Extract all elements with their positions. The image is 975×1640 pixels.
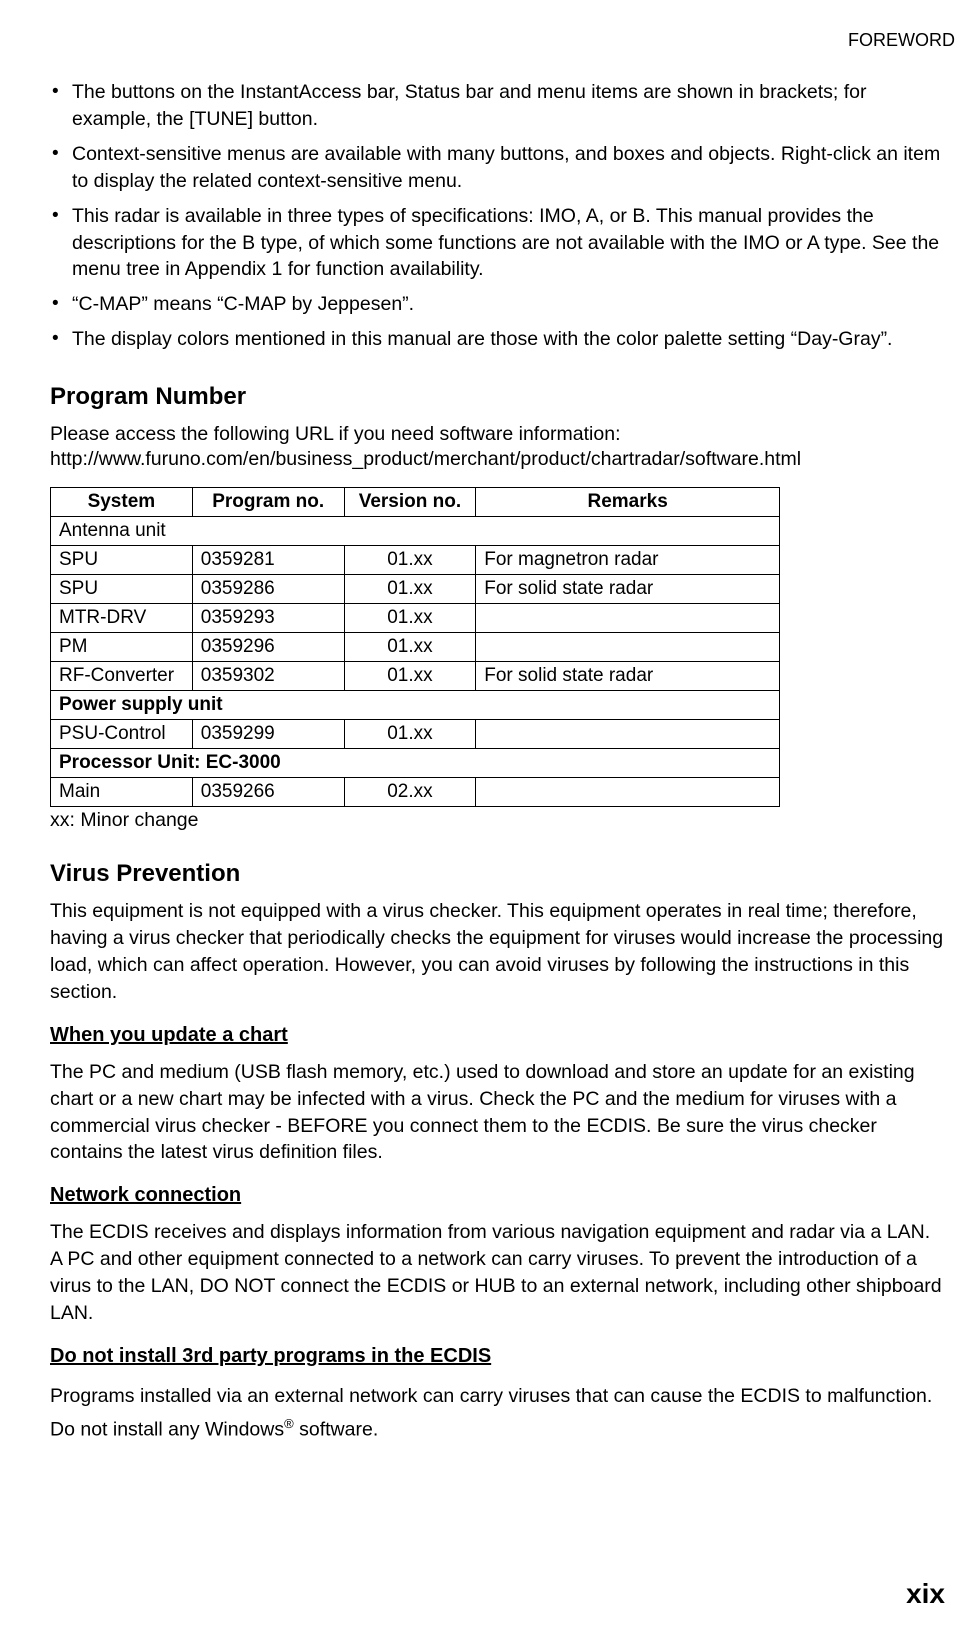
cell-version: 02.xx [344, 778, 476, 807]
cell-version: 01.xx [344, 604, 476, 633]
page-number: xix [906, 1578, 945, 1610]
cell-system: MTR-DRV [51, 604, 193, 633]
table-section-cell: Antenna unit [51, 517, 780, 546]
cell-remarks [476, 633, 780, 662]
cell-system: SPU [51, 546, 193, 575]
cell-remarks: For solid state radar [476, 575, 780, 604]
table-row: Antenna unit [51, 517, 780, 546]
table-note: xx: Minor change [50, 809, 945, 832]
cell-version: 01.xx [344, 720, 476, 749]
virus-sub-body: The ECDIS receives and displays informat… [50, 1219, 945, 1327]
table-header-version: Version no. [344, 488, 476, 517]
cell-version: 01.xx [344, 662, 476, 691]
bullet-list: The buttons on the InstantAccess bar, St… [50, 79, 945, 353]
table-header-program: Program no. [192, 488, 344, 517]
table-header-system: System [51, 488, 193, 517]
cell-remarks [476, 778, 780, 807]
program-number-intro: Please access the following URL if you n… [50, 421, 945, 448]
bullet-item: This radar is available in three types o… [50, 203, 945, 284]
cell-program: 0359281 [192, 546, 344, 575]
cell-program: 0359296 [192, 633, 344, 662]
table-row: MTR-DRV035929301.xx [51, 604, 780, 633]
virus-prevention-intro: This equipment is not equipped with a vi… [50, 898, 945, 1006]
table-row: RF-Converter035930201.xxFor solid state … [51, 662, 780, 691]
table-row: PSU-Control035929901.xx [51, 720, 780, 749]
cell-remarks [476, 720, 780, 749]
cell-remarks: For magnetron radar [476, 546, 780, 575]
cell-remarks: For solid state radar [476, 662, 780, 691]
registered-mark: ® [284, 1416, 294, 1431]
virus-sub-heading: Network connection [50, 1184, 945, 1207]
cell-system: Main [51, 778, 193, 807]
table-row: PM035929601.xx [51, 633, 780, 662]
table-header-row: System Program no. Version no. Remarks [51, 488, 780, 517]
cell-system: PSU-Control [51, 720, 193, 749]
cell-version: 01.xx [344, 633, 476, 662]
bullet-item: The display colors mentioned in this man… [50, 326, 945, 353]
table-row: Processor Unit: EC-3000 [51, 749, 780, 778]
virus-sub-body: The PC and medium (USB flash memory, etc… [50, 1059, 945, 1167]
program-number-url: http://www.furuno.com/en/business_produc… [50, 448, 945, 471]
cell-system: SPU [51, 575, 193, 604]
cell-version: 01.xx [344, 575, 476, 604]
cell-system: PM [51, 633, 193, 662]
body-pre: Programs installed via an external netwo… [50, 1385, 932, 1441]
cell-program: 0359286 [192, 575, 344, 604]
cell-system: RF-Converter [51, 662, 193, 691]
cell-program: 0359293 [192, 604, 344, 633]
table-row: SPU035928601.xxFor solid state radar [51, 575, 780, 604]
cell-program: 0359302 [192, 662, 344, 691]
table-row: Power supply unit [51, 691, 780, 720]
program-number-heading: Program Number [50, 383, 945, 411]
body-post: software. [294, 1419, 379, 1441]
virus-prevention-heading: Virus Prevention [50, 860, 945, 888]
virus-sub-heading: Do not install 3rd party programs in the… [50, 1345, 945, 1368]
table-row: SPU035928101.xxFor magnetron radar [51, 546, 780, 575]
bullet-item: The buttons on the InstantAccess bar, St… [50, 79, 945, 133]
cell-program: 0359299 [192, 720, 344, 749]
table-section-cell: Processor Unit: EC-3000 [51, 749, 780, 778]
cell-version: 01.xx [344, 546, 476, 575]
cell-program: 0359266 [192, 778, 344, 807]
table-section-cell: Power supply unit [51, 691, 780, 720]
bullet-item: Context-sensitive menus are available wi… [50, 141, 945, 195]
cell-remarks [476, 604, 780, 633]
header-label: FOREWORD [50, 30, 955, 51]
virus-sub-body: Programs installed via an external netwo… [50, 1380, 945, 1447]
table-header-remarks: Remarks [476, 488, 780, 517]
virus-sub-heading: When you update a chart [50, 1024, 945, 1047]
bullet-item: “C-MAP” means “C-MAP by Jeppesen”. [50, 291, 945, 318]
table-row: Main035926602.xx [51, 778, 780, 807]
program-table: System Program no. Version no. Remarks A… [50, 487, 780, 807]
